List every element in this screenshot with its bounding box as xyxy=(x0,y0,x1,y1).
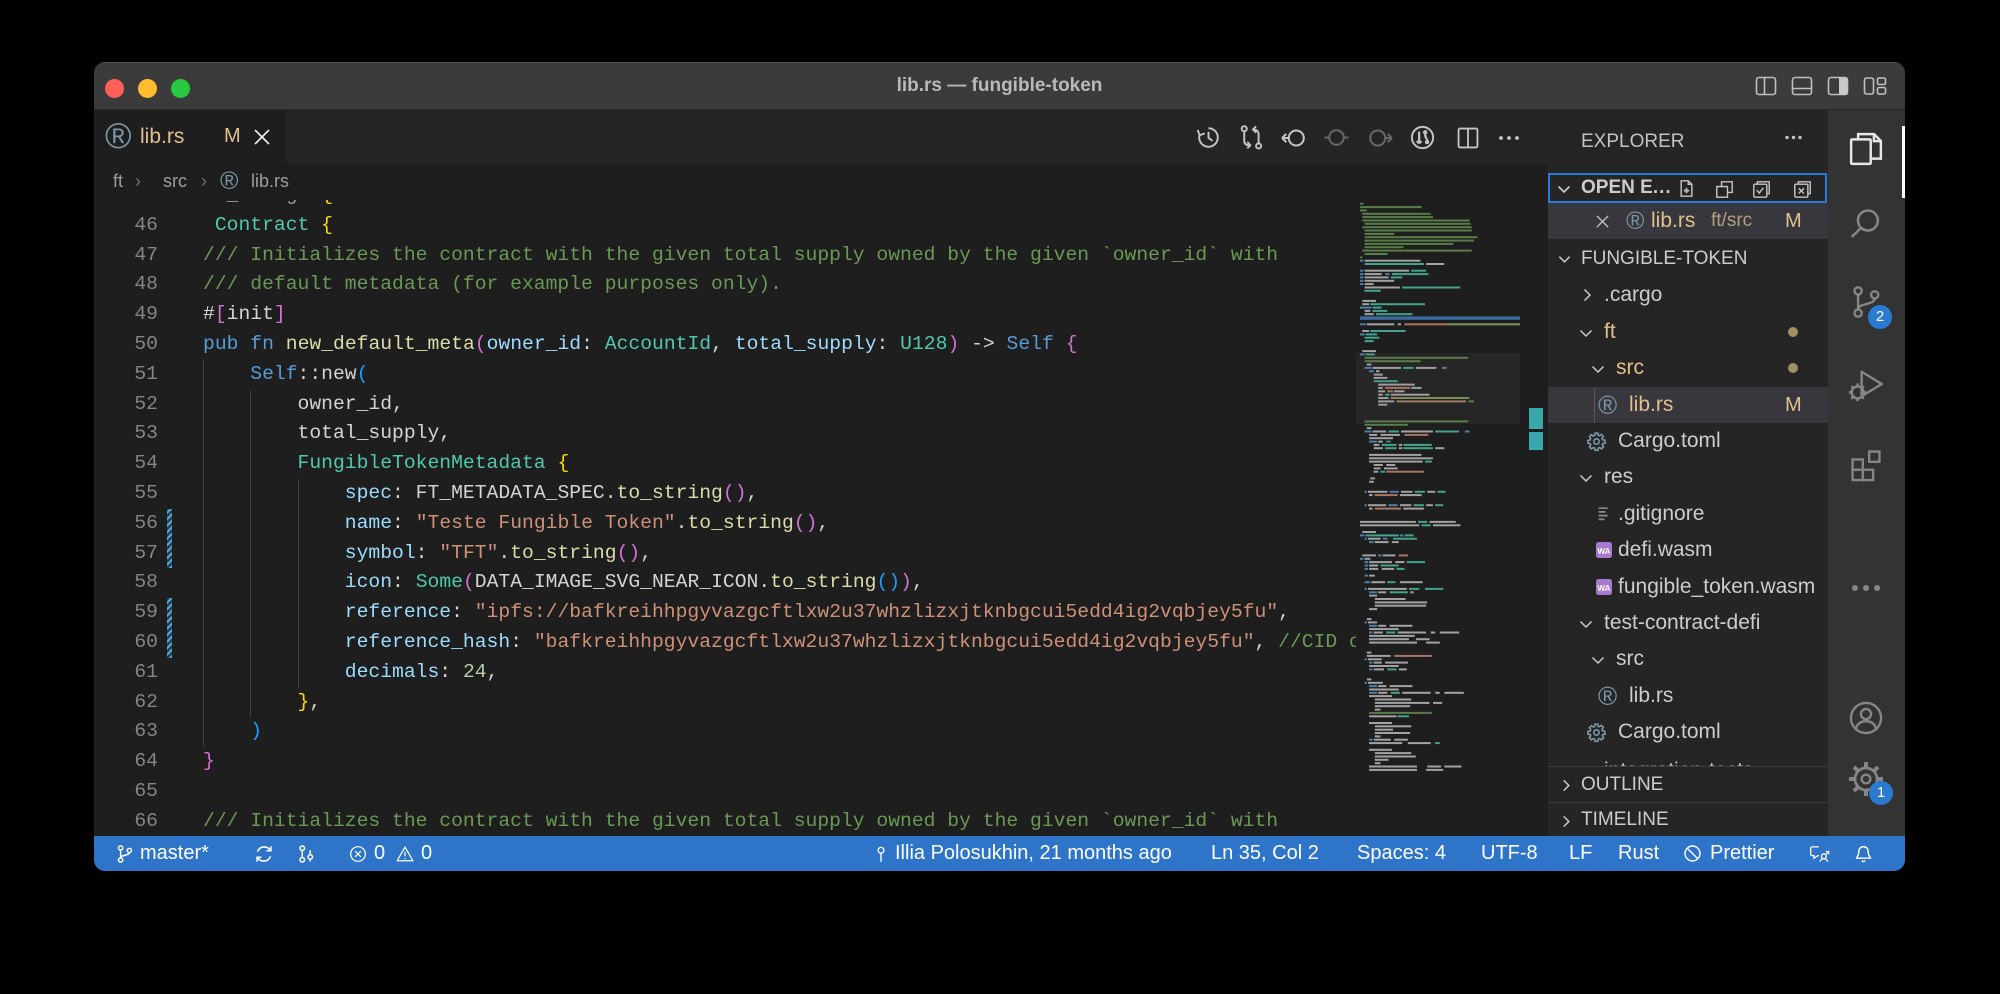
svg-text:WA: WA xyxy=(1598,547,1611,556)
svg-text:WA: WA xyxy=(1598,584,1611,593)
